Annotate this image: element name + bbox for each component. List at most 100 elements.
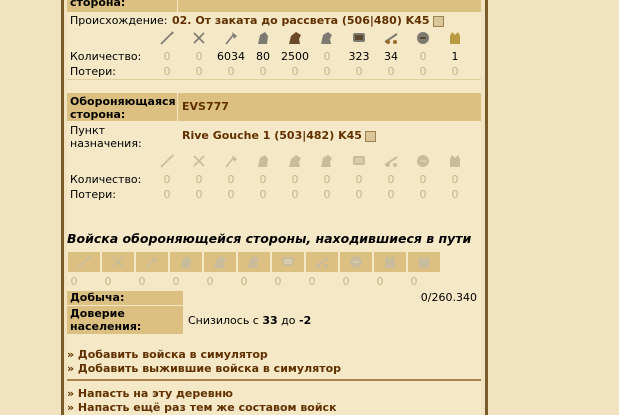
unit-count: 0	[104, 275, 112, 288]
unit-tile	[204, 252, 236, 272]
catapult-icon	[314, 254, 330, 270]
attacker-losses-row: Потери: 0000000000	[67, 65, 481, 79]
sword-icon	[191, 30, 207, 46]
village-info-icon[interactable]	[432, 15, 444, 27]
attacker-unit-icons	[67, 29, 481, 47]
axe-icon	[223, 153, 239, 169]
unit-tile	[136, 252, 168, 272]
loot-label: Добыча:	[70, 291, 125, 304]
attacker-side-label: сторона:	[70, 0, 126, 9]
attacker-losses-label: Потери:	[70, 65, 117, 78]
unit-tile	[68, 252, 100, 272]
unit-tile	[170, 252, 202, 272]
snob-icon	[447, 153, 463, 169]
unit-count: 0	[206, 275, 214, 288]
troops-on-way-title: Войска обороняющейся стороны, находившие…	[67, 231, 472, 246]
add-to-simulator-link[interactable]: » Добавить войска в симулятор	[67, 348, 268, 361]
catapult-icon	[383, 30, 399, 46]
attacker-side-header: сторона:	[67, 0, 481, 12]
light-cavalry-icon	[287, 30, 303, 46]
axe-icon	[223, 30, 239, 46]
loyalty-label: Доверие населения:	[70, 307, 142, 333]
troops-on-way-section: Войска обороняющейся стороны, находившие…	[67, 231, 481, 249]
snob-icon	[447, 30, 463, 46]
attack-again-link[interactable]: » Напасть ещё раз тем же составом войск	[67, 401, 337, 414]
add-survivors-to-simulator-link[interactable]: » Добавить выжившие войска в симулятор	[67, 362, 341, 375]
unit-tile	[238, 252, 270, 272]
spy-icon	[178, 254, 194, 270]
village-info-icon[interactable]	[364, 130, 376, 142]
spy-icon	[255, 153, 271, 169]
loyalty-row: Доверие населения: Снизилось с 33 до -2	[67, 306, 481, 334]
troops-on-way-values: 0 0 0 0 0 0 0 0 0 0 0	[67, 275, 481, 289]
spear-icon	[159, 30, 175, 46]
attacker-quantity-label: Количество:	[70, 50, 142, 63]
destination-label: Пункт назначения:	[70, 124, 142, 150]
heavy-cavalry-icon	[319, 30, 335, 46]
sword-icon	[110, 254, 126, 270]
unit-tile	[340, 252, 372, 272]
divider	[67, 79, 481, 80]
unit-tile	[306, 252, 338, 272]
unit-count: 1	[451, 50, 459, 63]
unit-tile	[272, 252, 304, 272]
destination-row: Пункт назначения: Rive Gouche 1 (503|482…	[67, 124, 481, 152]
unit-count: 0	[451, 65, 459, 78]
loyalty-to: -2	[299, 314, 312, 327]
left-frame-border	[61, 0, 64, 415]
loot-row: Добыча: 0/260.340	[67, 291, 481, 305]
origin-village-name[interactable]: 02. От заката до рассвета (506|480) K45	[172, 14, 430, 27]
unit-count: 0	[376, 275, 384, 288]
defender-player-link[interactable]: EVS777	[182, 100, 229, 113]
defender-side-label: Обороняющаяся сторона:	[70, 95, 176, 121]
attack-village-link[interactable]: » Напасть на эту деревню	[67, 387, 233, 400]
unit-count: 0	[451, 173, 459, 186]
unit-count: 0	[172, 275, 180, 288]
heavy-cavalry-icon	[319, 153, 335, 169]
defender-unit-icons	[67, 152, 481, 170]
light-cavalry-icon	[212, 254, 228, 270]
troops-on-way-icons	[67, 252, 481, 272]
unit-count: 0	[70, 275, 78, 288]
sword-icon	[191, 153, 207, 169]
spear-icon	[76, 254, 92, 270]
links-divider	[67, 379, 481, 381]
right-frame-border	[485, 0, 488, 415]
ram-icon	[280, 254, 296, 270]
unit-count: 0	[240, 275, 248, 288]
ram-icon	[351, 153, 367, 169]
light-cavalry-icon	[287, 153, 303, 169]
loyalty-text-prefix: Снизилось с	[188, 314, 263, 327]
attacker-origin-row: Происхождение: 02. От заката до рассвета…	[67, 12, 481, 28]
defender-quantity-row: Количество: 0000000000	[67, 173, 481, 187]
unit-tile	[102, 252, 134, 272]
defender-side-header: Обороняющаяся сторона: EVS777	[67, 93, 481, 121]
unit-count: 0	[342, 275, 350, 288]
knight-icon	[348, 254, 364, 270]
loyalty-text-mid: до	[277, 314, 300, 327]
knight-icon	[415, 30, 431, 46]
defender-losses-row: Потери: 0000000000	[67, 188, 481, 202]
defender-losses-label: Потери:	[70, 188, 117, 201]
unit-count: 0	[138, 275, 146, 288]
unit-count: 0	[308, 275, 316, 288]
spear-icon	[159, 153, 175, 169]
heavy-cavalry-icon	[246, 254, 262, 270]
unit-tile	[374, 252, 406, 272]
origin-village-link[interactable]: 02. От заката до рассвета (506|480) K45	[172, 14, 444, 27]
destination-village-link[interactable]: Rive Gouche 1 (503|482) K45	[182, 129, 376, 142]
snob-icon	[382, 254, 398, 270]
unit-count: 0	[274, 275, 282, 288]
snob-icon	[416, 254, 432, 270]
ram-icon	[351, 30, 367, 46]
battle-report: сторона: Происхождение: 02. От заката до…	[67, 0, 481, 415]
axe-icon	[144, 254, 160, 270]
defender-quantity-label: Количество:	[70, 173, 142, 186]
unit-tile	[408, 252, 440, 272]
catapult-icon	[383, 153, 399, 169]
loot-value: 0/260.340	[420, 291, 477, 304]
attacker-quantity-row: Количество: 0 0 6034 80 2500 0 323 34 0 1	[67, 50, 481, 64]
destination-village-name[interactable]: Rive Gouche 1 (503|482) K45	[182, 129, 362, 142]
loyalty-value: Снизилось с 33 до -2	[188, 314, 311, 327]
unit-count: 0	[451, 188, 459, 201]
